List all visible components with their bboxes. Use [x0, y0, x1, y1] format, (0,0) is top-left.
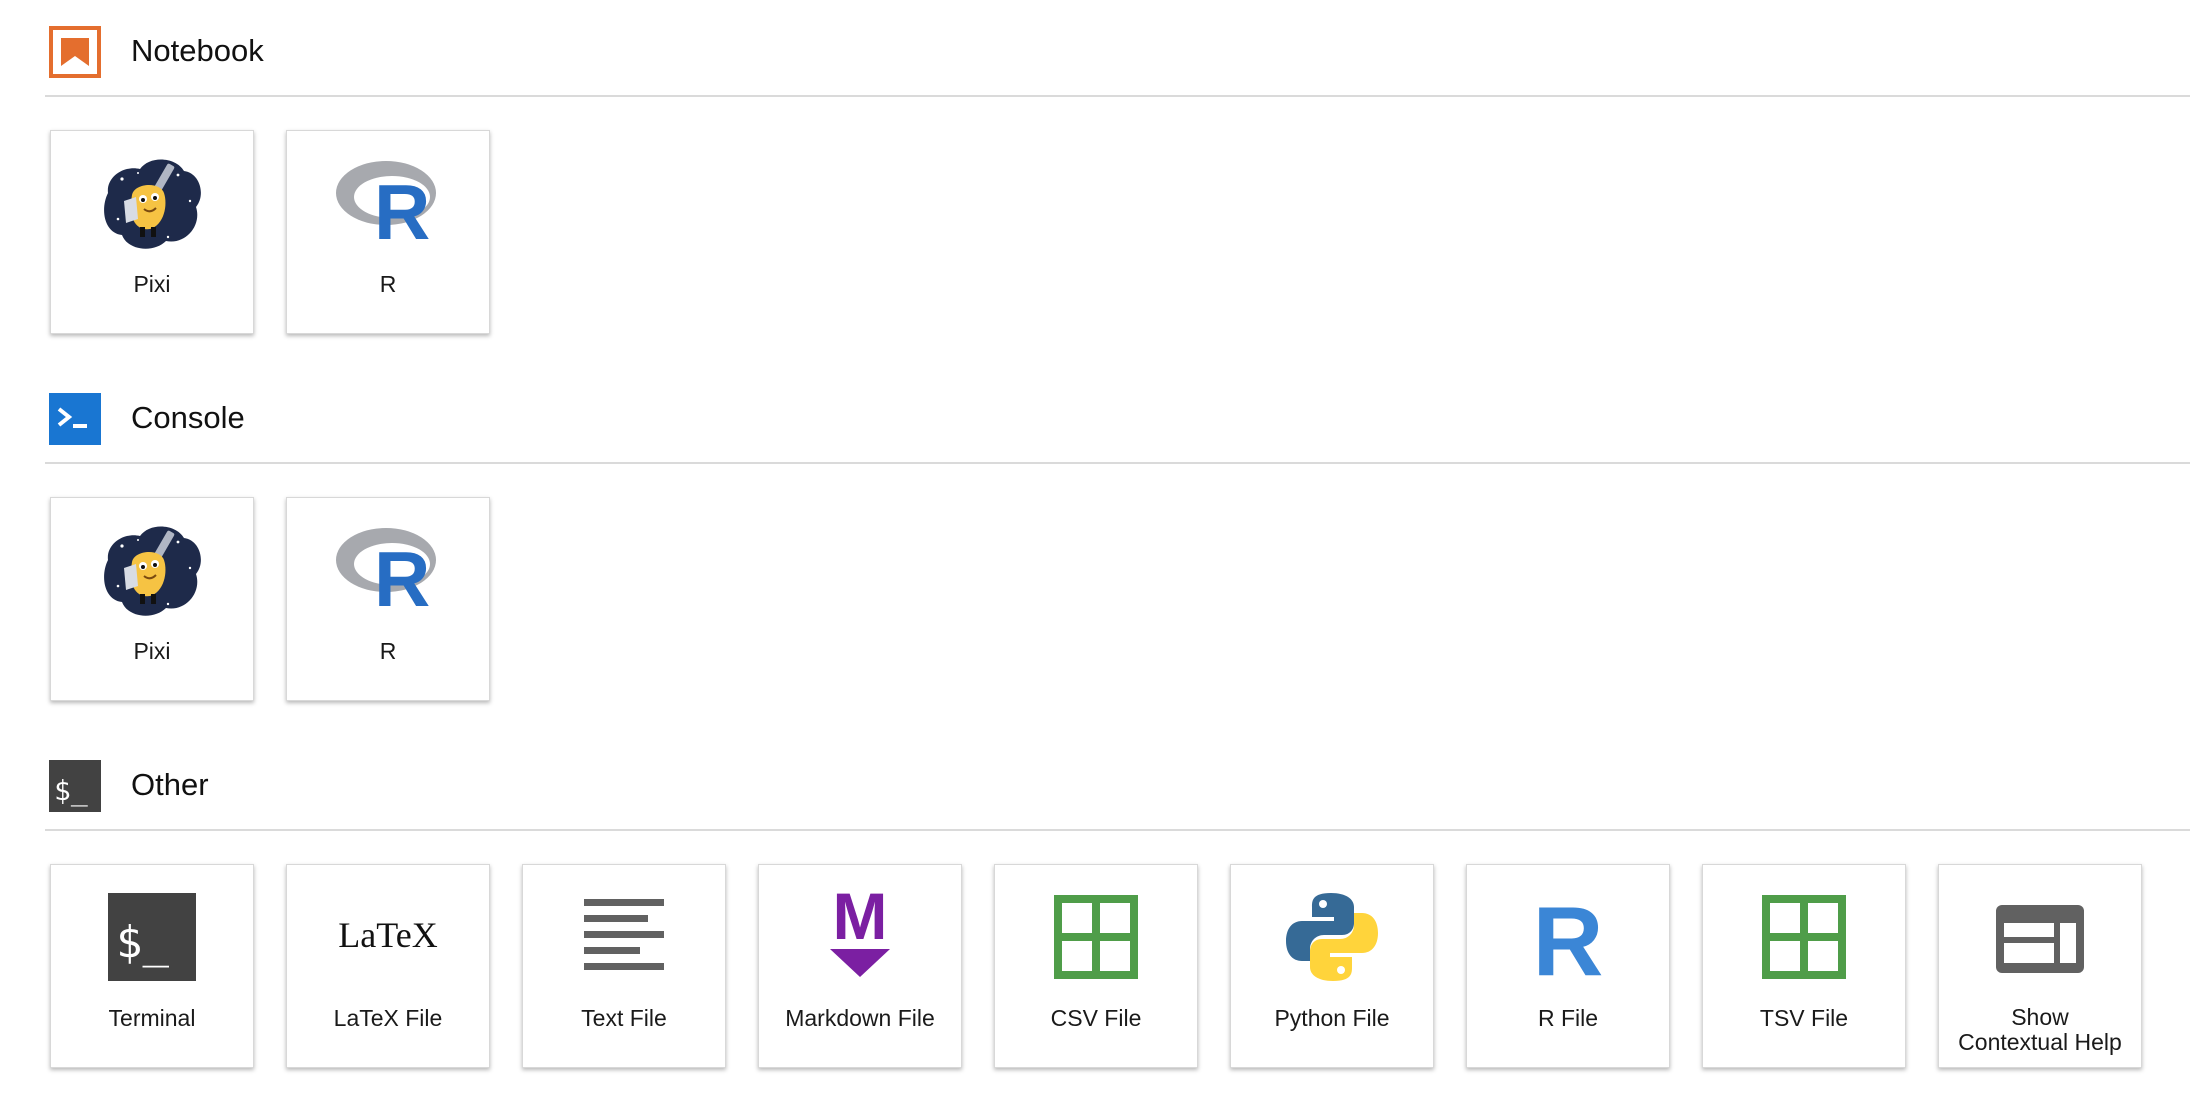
card-label: Python File	[1274, 1005, 1390, 1031]
console-section-header: Console	[45, 367, 2190, 464]
svg-text:R: R	[1533, 886, 1604, 991]
latex-file-card[interactable]: LaTeX LaTeX File	[286, 864, 490, 1068]
pixi-mascot-icon	[98, 516, 206, 624]
card-label: Text File	[581, 1005, 667, 1031]
text-file-icon	[570, 883, 678, 991]
card-label: Pixi	[133, 271, 171, 297]
python-file-card[interactable]: Python File	[1230, 864, 1434, 1068]
terminal-icon: $_	[49, 760, 101, 812]
notebook-icon	[49, 26, 101, 78]
other-section-title: Other	[131, 767, 209, 802]
markdown-file-card[interactable]: M Markdown File	[758, 864, 962, 1068]
notebook-pixi-card[interactable]: Pixi	[50, 130, 254, 334]
python-icon	[1278, 883, 1386, 991]
notebook-section-title: Notebook	[131, 33, 264, 68]
contextual-help-icon	[1986, 883, 2094, 991]
card-label: Markdown File	[785, 1005, 935, 1031]
card-label: R File	[1537, 1005, 1599, 1031]
console-r-card[interactable]: R R	[286, 497, 490, 701]
svg-text:LaTeX: LaTeX	[338, 915, 437, 955]
launcher: Notebook Pixi R R Console Pixi R R $_ Ot…	[0, 0, 2190, 1106]
tsv-file-card[interactable]: TSV File	[1702, 864, 1906, 1068]
notebook-section-header: Notebook	[45, 0, 2190, 97]
card-label: TSV File	[1759, 1005, 1849, 1031]
notebook-r-card[interactable]: R R	[286, 130, 490, 334]
r-logo-icon: R	[334, 149, 442, 257]
svg-text:$_: $_	[116, 917, 169, 968]
tsv-file-icon	[1750, 883, 1858, 991]
r-logo-icon: R	[334, 516, 442, 624]
card-label: R	[379, 638, 397, 664]
r-file-card[interactable]: R R File	[1466, 864, 1670, 1068]
console-icon	[49, 393, 101, 445]
card-label: Show Contextual Help	[1958, 1004, 2122, 1055]
pixi-mascot-icon	[98, 149, 206, 257]
card-label: R	[379, 271, 397, 297]
r-file-icon: R	[1514, 883, 1622, 991]
card-label: LaTeX File	[333, 1005, 443, 1031]
svg-text:$_: $_	[54, 774, 88, 808]
terminal-icon: $_	[98, 883, 206, 991]
csv-file-icon	[1042, 883, 1150, 991]
svg-text:R: R	[374, 535, 430, 623]
csv-file-card[interactable]: CSV File	[994, 864, 1198, 1068]
text-file-card[interactable]: Text File	[522, 864, 726, 1068]
card-label: Terminal	[108, 1005, 196, 1031]
console-section-title: Console	[131, 400, 245, 435]
markdown-icon: M	[806, 883, 914, 991]
card-label: CSV File	[1050, 1005, 1142, 1031]
svg-text:R: R	[374, 168, 430, 256]
card-label: Pixi	[133, 638, 171, 664]
latex-icon: LaTeX	[334, 883, 442, 991]
other-section-header: $_ Other	[45, 734, 2190, 831]
contextual-help-card[interactable]: Show Contextual Help	[1938, 864, 2142, 1068]
console-pixi-card[interactable]: Pixi	[50, 497, 254, 701]
terminal-card[interactable]: $_ Terminal	[50, 864, 254, 1068]
svg-text:M: M	[833, 883, 888, 953]
